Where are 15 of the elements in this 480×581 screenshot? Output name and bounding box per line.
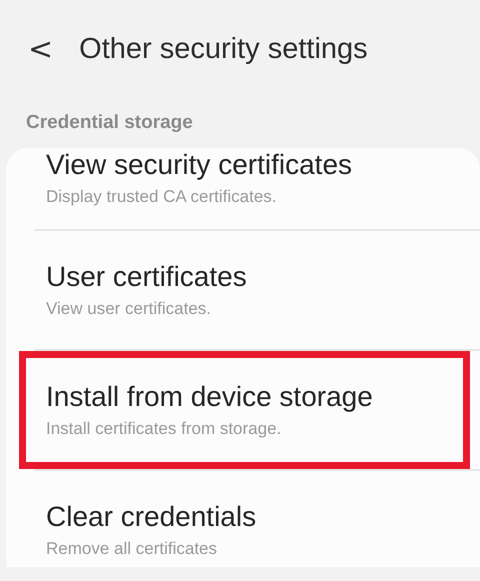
item-subtitle: Install certificates from storage.: [46, 418, 282, 440]
settings-item[interactable]: View security certificates Display trusted CA certificates.: [19, 148, 470, 229]
item-title: User certificates: [46, 260, 248, 294]
back-button[interactable]: <: [28, 32, 54, 66]
item-subtitle: View user certificates.: [46, 298, 212, 320]
item-subtitle: Display trusted CA certificates.: [46, 186, 278, 208]
item-subtitle: Remove all certificates: [46, 538, 218, 560]
item-title: Clear credentials: [46, 500, 258, 534]
settings-item[interactable]: User certificates View user certificates.: [19, 231, 470, 349]
settings-item[interactable]: Install from device storage Install certificates from storage.: [19, 351, 470, 469]
settings-item[interactable]: Clear credentials Remove all certificates: [19, 471, 470, 567]
page-title: Other security settings: [79, 32, 368, 66]
item-title: View security certificates: [46, 148, 354, 182]
item-title: Install from device storage: [46, 380, 374, 414]
section-header: Credential storage: [25, 111, 194, 135]
